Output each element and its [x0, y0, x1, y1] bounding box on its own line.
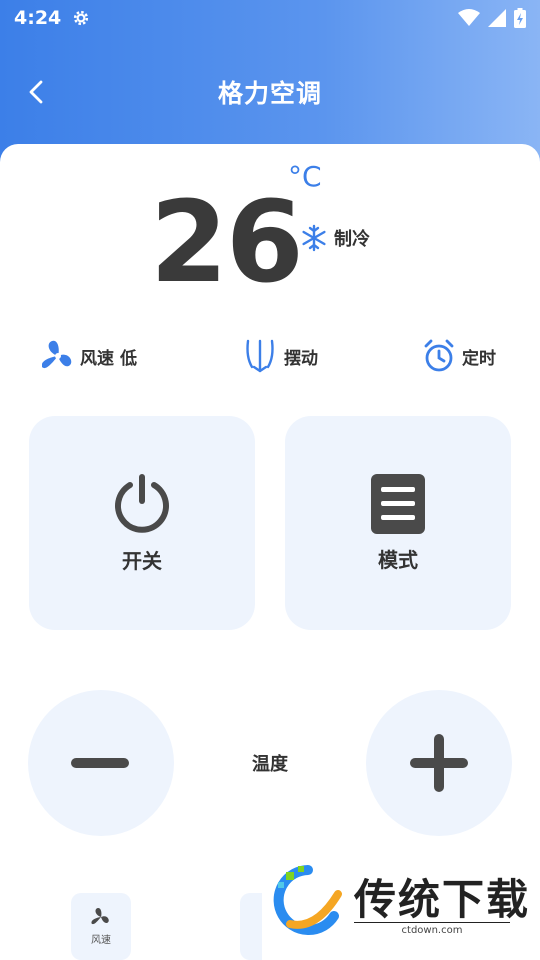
mode-label: 制冷	[334, 229, 370, 250]
power-button[interactable]: 开关	[29, 416, 255, 630]
temperature-unit: °C	[288, 160, 322, 193]
title-bar: 格力空调	[0, 62, 540, 122]
snowflake-icon	[302, 224, 326, 252]
temperature-increase-button[interactable]	[366, 690, 512, 836]
status-time: 4:24	[14, 7, 62, 29]
temperature-value: 26	[150, 178, 304, 308]
power-label: 开关	[122, 548, 162, 573]
status-bar: 4:24	[0, 0, 540, 36]
watermark-url: ctdown.com	[354, 922, 510, 936]
plus-icon	[410, 734, 468, 792]
fan-small-icon	[91, 908, 109, 925]
fan-small-label: 风速	[91, 935, 111, 946]
function-row: 风速 低 摆动 定时	[0, 336, 540, 376]
status-icons	[458, 8, 526, 28]
signal-icon	[488, 9, 506, 27]
chevron-left-icon	[29, 80, 43, 104]
alarm-clock-icon	[424, 339, 454, 372]
watermark-logo-icon	[273, 865, 342, 935]
watermark-title: 传统下载	[354, 875, 531, 924]
mode-indicator: 制冷	[300, 224, 370, 252]
timer-control[interactable]: 定时	[422, 336, 496, 376]
page-title: 格力空调	[217, 79, 322, 108]
back-button[interactable]	[20, 76, 52, 108]
swing-control[interactable]: 摆动	[242, 336, 318, 376]
fan-icon	[42, 340, 72, 368]
mode-label-button: 模式	[378, 547, 418, 572]
power-icon	[115, 473, 169, 533]
fan-speed-control[interactable]: 风速 低	[42, 336, 137, 376]
battery-icon	[514, 8, 526, 28]
settings-gear-icon	[74, 10, 89, 26]
menu-list-icon	[371, 473, 425, 534]
swing-icon	[246, 339, 274, 373]
timer-label: 定时	[462, 348, 496, 369]
fan-speed-value: 低	[120, 348, 137, 369]
swing-label: 摆动	[284, 348, 318, 369]
fan-speed-label: 风速	[80, 348, 114, 369]
mode-button[interactable]: 模式	[285, 416, 511, 630]
fan-speed-small-button[interactable]: 风速	[71, 893, 131, 960]
wifi-icon	[458, 9, 480, 26]
